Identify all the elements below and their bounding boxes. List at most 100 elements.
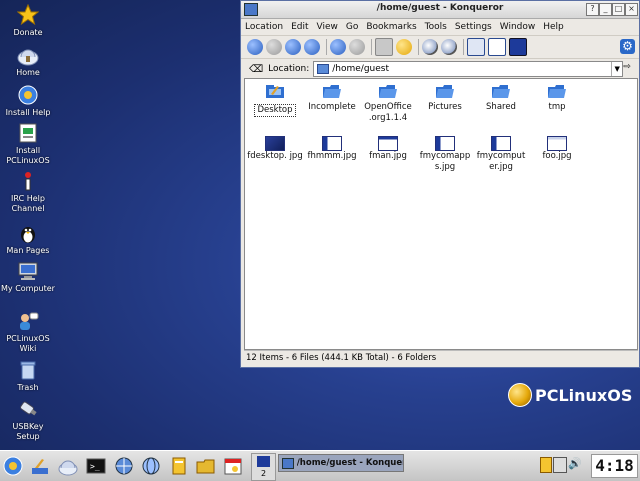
menu-bookmarks[interactable]: Bookmarks [366, 22, 416, 32]
go-icon[interactable]: ⇨ [621, 62, 633, 74]
file-item-fmycomputer[interactable]: fmycomput er.jpg [471, 136, 531, 173]
location-bar: ⌫ Location: /home/guest ▼ ⇨ [241, 59, 639, 79]
menu-location[interactable]: Location [245, 22, 283, 32]
home-folder-icon[interactable] [58, 456, 78, 476]
desktop-icon-trash[interactable]: Trash [0, 355, 56, 393]
terminal-icon[interactable]: >_ [86, 456, 106, 476]
taskbar: >_ 2 /home/guest - Konquer 🔊 4:18 [0, 450, 640, 481]
desktop-icon-install-pclinuxos[interactable]: Install PCLinuxOS [0, 118, 56, 166]
close-button[interactable]: × [625, 3, 638, 16]
file-item-incomplete[interactable]: Incomplete [302, 83, 362, 113]
desktop-icon-donate[interactable]: Donate [0, 0, 56, 38]
minimize-button[interactable]: _ [599, 3, 612, 16]
up-icon[interactable] [285, 39, 301, 55]
window-title: /home/guest - Konqueror [376, 3, 504, 13]
file-item-pictures[interactable]: Pictures [415, 83, 475, 113]
pager-desktop-2[interactable]: 2 [252, 469, 275, 478]
system-tray: 🔊 [536, 455, 586, 475]
back-icon[interactable] [247, 39, 263, 55]
pclinuxos-orb-icon [508, 383, 532, 407]
toolbar-separator [326, 39, 327, 55]
file-item-fman[interactable]: fman.jpg [358, 136, 418, 162]
location-input[interactable]: /home/guest ▼ [313, 61, 624, 77]
volume-icon[interactable]: 🔊 [568, 458, 582, 470]
menu-window[interactable]: Window [500, 22, 536, 32]
print-icon[interactable] [375, 38, 393, 56]
home-nav-icon[interactable] [304, 39, 320, 55]
desktop-icon-irc-help[interactable]: IRC Help Channel [0, 166, 56, 214]
home-icon [17, 44, 39, 66]
star-icon [16, 3, 40, 26]
desktop-icon-my-computer[interactable]: My Computer [0, 256, 56, 294]
konqueror-task-icon [282, 457, 294, 469]
toolbar-separator [371, 39, 372, 55]
image-thumbnail-icon [547, 136, 567, 151]
desktop-icon-man-pages[interactable]: Man Pages [0, 218, 56, 256]
kmenu-icon[interactable] [3, 456, 23, 476]
status-bar: 12 Items - 6 Files (444.1 KB Total) - 6 … [244, 350, 638, 365]
menubar: Location Edit View Go Bookmarks Tools Se… [241, 19, 639, 35]
folder-icon [302, 83, 362, 102]
forward-icon[interactable] [266, 39, 282, 55]
icon-view-icon[interactable] [467, 38, 485, 56]
image-thumbnail-icon [322, 136, 342, 151]
file-item-openoffice[interactable]: OpenOffice .org1.1.4 [358, 83, 418, 124]
desktop-icon-install-help[interactable]: Install Help [0, 80, 56, 118]
desktop-pager[interactable]: 2 [251, 453, 276, 481]
preview-view-icon[interactable] [509, 38, 527, 56]
image-thumbnail-icon [265, 136, 285, 151]
irc-icon [17, 170, 39, 192]
network-icon[interactable] [114, 456, 134, 476]
menu-go[interactable]: Go [346, 22, 358, 32]
menu-settings[interactable]: Settings [455, 22, 492, 32]
window-titlebar[interactable]: /home/guest - Konqueror ? _ □ × [241, 1, 639, 19]
bookmark-icon[interactable] [396, 39, 412, 55]
install-icon [17, 122, 39, 144]
main-toolbar: ⚙ [241, 35, 639, 59]
menu-edit[interactable]: Edit [291, 22, 308, 32]
stop-icon[interactable] [349, 39, 365, 55]
maximize-button[interactable]: □ [612, 3, 625, 16]
file-item-foo[interactable]: foo.jpg [527, 136, 587, 162]
menu-help[interactable]: Help [543, 22, 564, 32]
folder-icon [358, 83, 418, 102]
desktop-icon-usbkey-setup[interactable]: USBKey Setup [0, 394, 56, 442]
zoom-out-icon[interactable] [441, 39, 457, 55]
wiki-icon [17, 310, 39, 332]
image-thumbnail-icon [491, 136, 511, 151]
clock[interactable]: 4:18 [591, 454, 638, 478]
image-thumbnail-icon [378, 136, 398, 151]
reload-icon[interactable] [330, 39, 346, 55]
file-item-shared[interactable]: Shared [471, 83, 531, 113]
file-item-fdesktop[interactable]: fdesktop. jpg [245, 136, 305, 162]
konqueror-window: /home/guest - Konqueror ? _ □ × Location… [240, 0, 640, 368]
location-label: Location: [268, 64, 310, 74]
file-item-tmp[interactable]: tmp [527, 83, 587, 113]
file-item-desktop[interactable]: Desktop [245, 83, 305, 117]
folder-launcher-icon[interactable] [196, 456, 216, 476]
clipboard-icon[interactable] [540, 457, 552, 473]
file-item-fhmmm[interactable]: fhmmm.jpg [302, 136, 362, 162]
browser-icon[interactable] [141, 456, 161, 476]
office-icon[interactable] [169, 456, 189, 476]
desktop-icon-pclinuxos-wiki[interactable]: PCLinuxOS Wiki [0, 306, 56, 354]
calendar-icon[interactable] [223, 456, 243, 476]
help-titlebar-button[interactable]: ? [586, 3, 599, 16]
pclinuxos-logo: PCLinuxOS [508, 383, 632, 407]
install-help-icon [17, 84, 39, 106]
tux-icon [17, 222, 39, 244]
display-icon[interactable] [553, 457, 567, 473]
desktop-show-icon[interactable] [30, 456, 50, 476]
folder-icon [527, 83, 587, 102]
toolbar-separator [463, 39, 464, 55]
taskbar-task-konqueror[interactable]: /home/guest - Konquer [278, 454, 404, 472]
detail-view-icon[interactable] [488, 38, 506, 56]
pager-desktop-1[interactable] [257, 456, 270, 467]
menu-view[interactable]: View [317, 22, 338, 32]
zoom-in-icon[interactable] [422, 39, 438, 55]
file-item-fmycomapps[interactable]: fmycomapp s.jpg [415, 136, 475, 173]
menu-tools[interactable]: Tools [425, 22, 447, 32]
desktop-icon-home[interactable]: Home [0, 40, 56, 78]
kde-gear-icon[interactable]: ⚙ [620, 39, 635, 54]
clear-location-icon[interactable]: ⌫ [249, 64, 263, 75]
